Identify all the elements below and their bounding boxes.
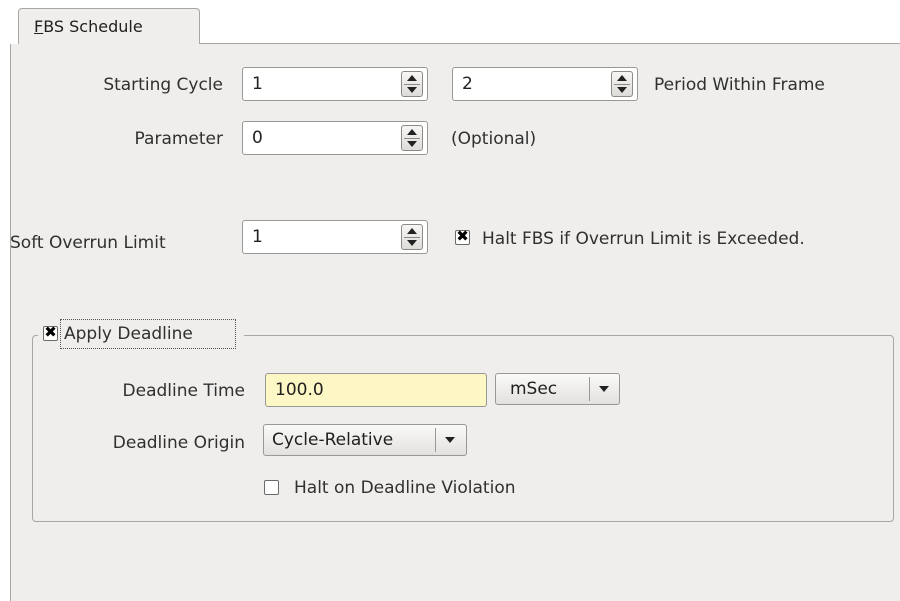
period-spinbox[interactable]: 2 (452, 67, 638, 101)
parameter-spinbox[interactable]: 0 (242, 121, 428, 155)
deadline-unit-dropdown[interactable]: mSec (495, 373, 620, 405)
arrow-up-icon[interactable] (407, 75, 417, 81)
checkmark-icon: ✖ (456, 227, 469, 245)
arrow-up-icon[interactable] (407, 129, 417, 135)
period-value: 2 (462, 74, 473, 94)
deadline-unit-value: mSec (510, 379, 558, 399)
arrow-down-icon[interactable] (617, 87, 627, 93)
tab-fbs-schedule[interactable]: FBS Schedule (18, 8, 200, 44)
chevron-down-icon (445, 437, 455, 443)
halt-fbs-label[interactable]: Halt FBS if Overrun Limit is Exceeded. (482, 229, 805, 249)
parameter-value: 0 (252, 128, 263, 148)
deadline-time-input[interactable]: 100.0 (265, 373, 487, 407)
soft-overrun-spinbox[interactable]: 1 (242, 220, 428, 254)
apply-deadline-checkbox[interactable]: ✖ (43, 323, 58, 341)
arrow-down-icon[interactable] (407, 141, 417, 147)
soft-overrun-label: Soft Overrun Limit (10, 233, 166, 253)
starting-cycle-spinbox[interactable]: 1 (242, 67, 428, 101)
parameter-hint: (Optional) (451, 129, 537, 149)
deadline-time-label: Deadline Time (122, 381, 245, 401)
deadline-time-value: 100.0 (275, 380, 324, 400)
arrow-down-icon[interactable] (407, 240, 417, 246)
apply-deadline-label[interactable]: Apply Deadline (64, 324, 193, 344)
checkmark-icon: ✖ (44, 323, 57, 341)
soft-overrun-stepper[interactable] (401, 224, 423, 250)
halt-deadline-label[interactable]: Halt on Deadline Violation (294, 478, 516, 498)
period-label: Period Within Frame (654, 75, 825, 95)
deadline-origin-label: Deadline Origin (112, 433, 245, 453)
parameter-stepper[interactable] (401, 125, 423, 151)
arrow-up-icon[interactable] (407, 228, 417, 234)
deadline-origin-dropdown[interactable]: Cycle-Relative (263, 424, 467, 456)
arrow-down-icon[interactable] (407, 87, 417, 93)
deadline-origin-value: Cycle-Relative (272, 430, 394, 450)
tab-accel: F (34, 17, 44, 36)
chevron-down-icon (599, 386, 609, 392)
starting-cycle-stepper[interactable] (401, 71, 423, 97)
starting-cycle-value: 1 (252, 74, 263, 94)
arrow-up-icon[interactable] (617, 75, 627, 81)
period-stepper[interactable] (611, 71, 633, 97)
parameter-label: Parameter (134, 129, 223, 149)
tab-label: BS Schedule (43, 17, 143, 36)
halt-fbs-checkbox[interactable]: ✖ (455, 227, 470, 245)
halt-deadline-checkbox[interactable] (264, 480, 279, 495)
starting-cycle-label: Starting Cycle (103, 75, 223, 95)
soft-overrun-value: 1 (252, 227, 263, 247)
